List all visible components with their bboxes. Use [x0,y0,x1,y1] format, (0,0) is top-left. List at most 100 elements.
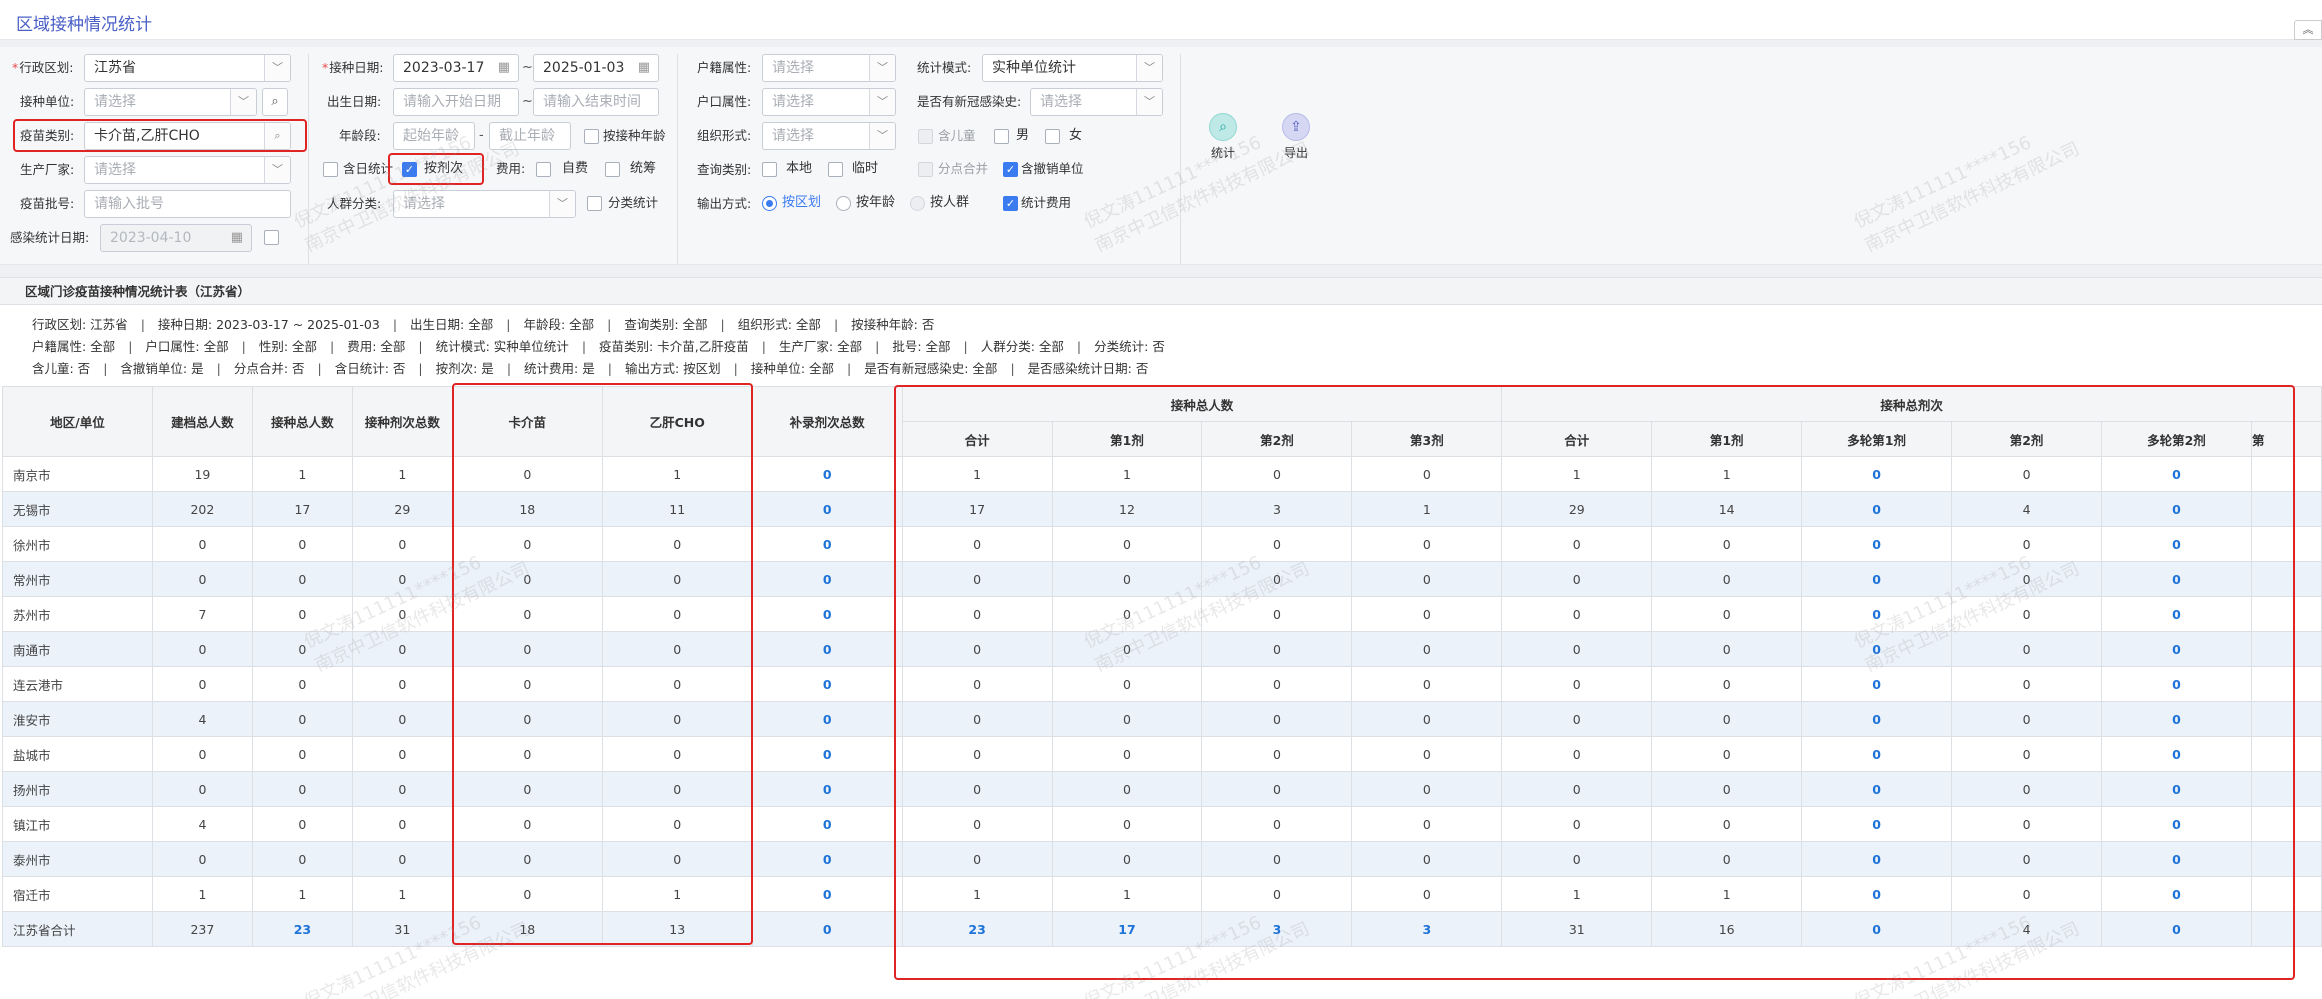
table-cell[interactable]: 0 [2101,631,2252,667]
table-cell[interactable]: 0 [1801,806,1953,842]
stat-button[interactable]: ⌕ 统计 [1199,113,1247,161]
split-point-checkbox[interactable] [918,162,933,177]
batch-input[interactable]: 请输入批号 [84,190,291,218]
table-cell[interactable]: 0 [751,876,903,912]
by-vacc-age-checkbox[interactable] [584,129,599,144]
table-cell[interactable]: 0 [1801,456,1953,492]
manufacturer-select[interactable]: 请选择 ﹀ [84,156,291,184]
export-button[interactable]: ⇪ 导出 [1272,113,1320,161]
cancel-unit-checkbox[interactable]: ✓ [1003,162,1018,177]
table-cell[interactable]: 0 [2101,876,2252,912]
table-cell[interactable]: 0 [1801,911,1953,947]
table-cell[interactable]: 0 [751,631,903,667]
table-row: 淮安市 4 0 0 0 0 0 0 0 0 0 0 0 0 0 0 [2,701,2322,737]
table-cell: 16 [1651,911,1803,947]
table-row: 无锡市 202 17 29 18 11 0 17 12 3 1 29 14 0 4 0 [2,491,2322,527]
table-cell[interactable]: 0 [751,841,903,877]
table-cell[interactable]: 0 [1801,561,1953,597]
birth-start-input[interactable]: 请输入开始日期 [393,88,519,116]
org-form-select[interactable]: 请选择 ﹀ [762,122,896,150]
table-cell[interactable]: 0 [2101,911,2252,947]
search-icon[interactable]: ⌕ [264,123,290,149]
household-attr-select[interactable]: 请选择 ﹀ [762,54,896,82]
unit-search-icon[interactable]: ⌕ [262,88,288,116]
table-cell[interactable]: 0 [2101,701,2252,737]
table-cell[interactable]: 0 [1801,771,1953,807]
table-cell: 0 [901,771,1053,807]
table-cell[interactable]: 0 [751,526,903,562]
temp-checkbox[interactable] [828,162,843,177]
covid-select[interactable]: 请选择 ﹀ [1030,88,1163,116]
birth-end-input[interactable]: 请输入结束时间 [533,88,659,116]
infect-date-checkbox[interactable] [264,230,279,245]
table-cell[interactable]: 0 [751,666,903,702]
unit-select[interactable]: 请选择 ﹀ [84,88,257,116]
table-cell[interactable]: 0 [751,771,903,807]
table-cell[interactable]: 0 [2101,736,2252,772]
table-cell[interactable]: 0 [751,736,903,772]
table-cell[interactable]: 0 [2101,596,2252,632]
table-cell: 1 [601,876,753,912]
table-cell[interactable]: 23 [251,911,353,947]
child-checkbox[interactable] [918,129,933,144]
local-checkbox[interactable] [762,162,777,177]
table-cell[interactable]: 0 [1801,736,1953,772]
crowd-select[interactable]: 请选择 ﹀ [393,190,576,218]
table-cell[interactable]: 0 [751,701,903,737]
self-pay-checkbox[interactable] [536,162,551,177]
region-select[interactable]: 江苏省 ﹀ [84,54,291,82]
by-dose-checkbox[interactable]: ✓ [402,162,417,177]
table-cell[interactable]: 0 [751,561,903,597]
hukou-attr-select[interactable]: 请选择 ﹀ [762,88,896,116]
age-start-input[interactable]: 起始年龄 [393,122,475,150]
table-cell[interactable]: 0 [2101,666,2252,702]
table-cell[interactable]: 0 [2101,561,2252,597]
stat-fee-checkbox[interactable]: ✓ [1003,196,1018,211]
collapse-icon[interactable]: ︽ [2294,20,2322,40]
table-cell[interactable]: 0 [1801,526,1953,562]
by-crowd-radio[interactable] [910,196,925,211]
table-cell[interactable]: 0 [751,806,903,842]
table-cell[interactable]: 0 [751,456,903,492]
table-cell[interactable]: 0 [2101,771,2252,807]
table-cell[interactable]: 0 [2101,491,2252,527]
table-cell[interactable]: 0 [2101,526,2252,562]
table-cell[interactable]: 3 [1351,911,1503,947]
table-cell[interactable]: 0 [1801,876,1953,912]
by-region-radio[interactable] [762,196,777,211]
table-cell[interactable]: 0 [1801,596,1953,632]
table-cell: 0 [901,736,1053,772]
table-cell: 1 [251,456,353,492]
same-day-checkbox[interactable] [323,162,338,177]
table-cell[interactable]: 0 [2101,806,2252,842]
vacc-date-end[interactable]: 2025-01-03 ▦ [533,54,659,82]
table-cell[interactable]: 0 [751,596,903,632]
male-checkbox[interactable] [994,129,1009,144]
table-cell[interactable]: 3 [1201,911,1353,947]
table-cell[interactable]: 17 [1051,911,1203,947]
table-cell: 14 [1651,491,1803,527]
table-cell[interactable]: 0 [1801,701,1953,737]
table-cell-overflow [2250,701,2322,737]
table-cell[interactable]: 0 [1801,631,1953,667]
stat-mode-select[interactable]: 实种单位统计 ﹀ [982,54,1163,82]
condition-item: 输出方式: 按区划 [624,361,721,376]
vacc-date-start[interactable]: 2023-03-17 ▦ [393,54,519,82]
table-cell[interactable]: 23 [901,911,1053,947]
table-cell[interactable]: 0 [751,491,903,527]
age-end-input[interactable]: 截止年龄 [489,122,571,150]
table-cell[interactable]: 0 [2101,456,2252,492]
table-cell[interactable]: 0 [751,911,903,947]
vaccine-type-select[interactable]: 卡介苗,乙肝CHO ⌕ [84,122,291,150]
by-age-radio[interactable] [836,196,851,211]
class-stat-checkbox[interactable] [587,196,602,211]
chevron-down-icon: ﹀ [869,55,895,81]
table-cell[interactable]: 0 [1801,841,1953,877]
table-cell: 0 [351,666,453,702]
coord-checkbox[interactable] [605,162,620,177]
table-cell: 0 [1201,841,1353,877]
table-cell[interactable]: 0 [2101,841,2252,877]
female-checkbox[interactable] [1045,129,1060,144]
table-cell[interactable]: 0 [1801,666,1953,702]
table-cell[interactable]: 0 [1801,491,1953,527]
